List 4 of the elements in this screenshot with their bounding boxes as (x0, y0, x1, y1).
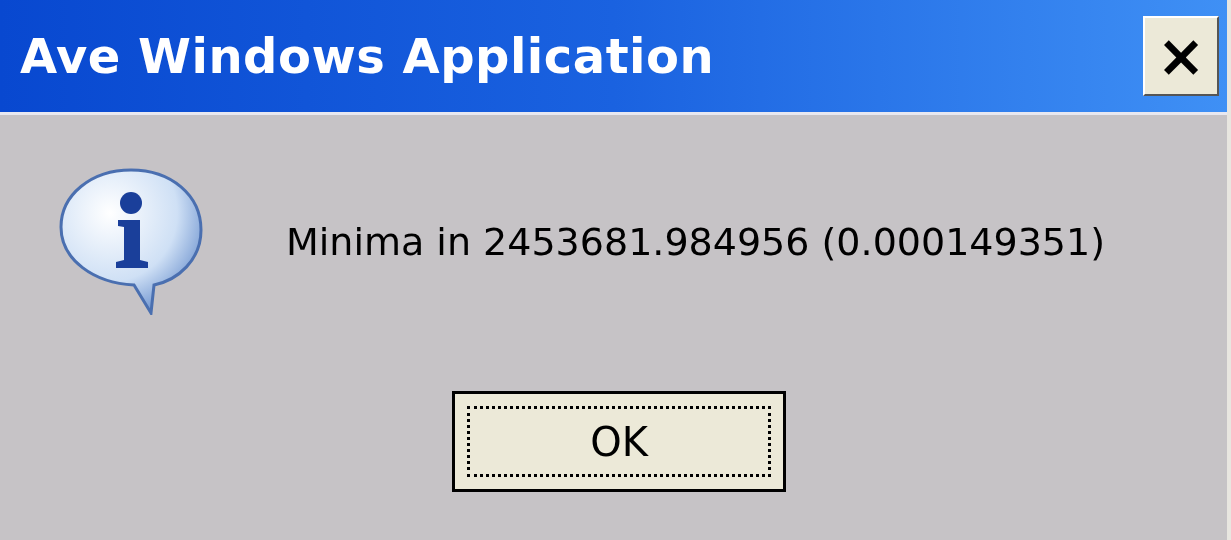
close-button[interactable]: × (1143, 16, 1219, 96)
message-text: Minima in 2453681.984956 (0.000149351) (286, 220, 1106, 264)
window-title: Ave Windows Application (20, 28, 715, 84)
ok-button[interactable]: OK (452, 391, 786, 492)
